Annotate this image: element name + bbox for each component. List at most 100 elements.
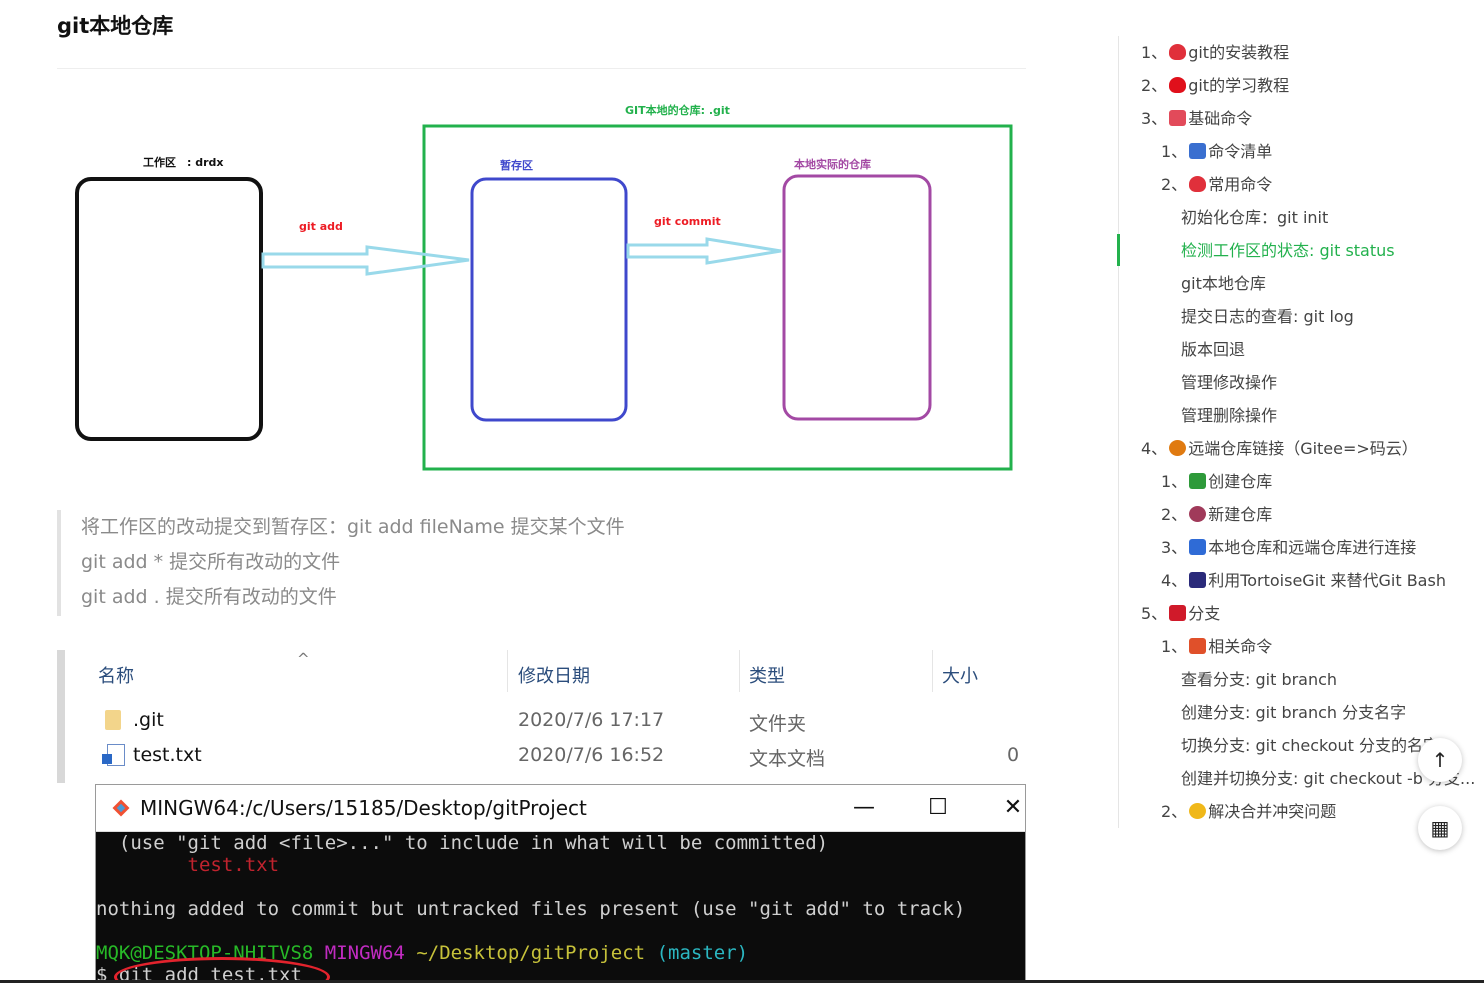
toc-item[interactable]: 2、 git的学习教程 xyxy=(1141,75,1289,97)
toc-item-label: 管理修改操作 xyxy=(1181,373,1278,392)
toc-active-indicator xyxy=(1117,234,1120,266)
column-type: 类型 xyxy=(749,666,785,687)
column-date: 修改日期 xyxy=(518,666,590,687)
file-date: 2020/7/6 17:17 xyxy=(518,709,665,731)
toc-item-label: 命令清单 xyxy=(1208,142,1273,161)
toc-item[interactable]: 1、 相关命令 xyxy=(1161,636,1272,658)
work-area-label: 工作区 : drdx xyxy=(143,156,224,169)
git-commit-arrow xyxy=(626,237,782,265)
toc-item-label: 新建仓库 xyxy=(1208,505,1273,524)
stage-area-box xyxy=(470,177,628,422)
toc-item[interactable]: 5、 分支 xyxy=(1141,603,1220,625)
toc-item[interactable]: 2、 新建仓库 xyxy=(1161,504,1272,526)
toc-item-number: 1、 xyxy=(1161,142,1188,161)
lips-icon xyxy=(1169,605,1187,621)
file-size: 0 xyxy=(1007,744,1020,766)
file-name: .git xyxy=(133,709,164,731)
toc-item-label: 解决合并冲突问题 xyxy=(1208,802,1337,821)
toc-item-number: 4、 xyxy=(1141,439,1168,458)
toc-item-label: git本地仓库 xyxy=(1181,274,1266,293)
table-of-contents: 1、 git的安装教程 2、 git的学习教程 3、 基础命令 1、 命令清单 2、 常用命令 初始… xyxy=(1117,36,1484,828)
toc-item[interactable]: 3、 基础命令 xyxy=(1141,108,1252,130)
toc-item[interactable]: 4、 远端仓库链接（Gitee=>码云） xyxy=(1141,438,1418,460)
toc-item-label: 管理删除操作 xyxy=(1181,406,1278,425)
toc-item-label: 相关命令 xyxy=(1208,637,1273,656)
toc-item-label: 创建仓库 xyxy=(1208,472,1273,491)
file-name: test.txt xyxy=(133,744,202,766)
git-bash-icon xyxy=(112,799,130,817)
toc-item[interactable]: 提交日志的查看: git log xyxy=(1181,306,1354,328)
sort-caret-icon: ^ xyxy=(297,650,310,668)
toc-item[interactable]: 4、 利用TortoiseGit 来替代Git Bash xyxy=(1161,570,1446,592)
terminal-untracked-file: test.txt xyxy=(96,854,280,876)
prompt-path: ~/Desktop/gitProject xyxy=(416,942,646,964)
toc-item[interactable]: 版本回退 xyxy=(1181,339,1245,361)
page-title: git本地仓库 xyxy=(57,14,174,38)
toc-item-label: 本地仓库和远端仓库进行连接 xyxy=(1208,538,1417,557)
local-repo-label: GIT本地的仓库: .git xyxy=(625,104,730,117)
terminal-line: nothing added to commit but untracked fi… xyxy=(96,898,966,920)
toc-item-label: 切换分支: git checkout 分支的名字 xyxy=(1181,736,1440,755)
stage-area-label: 暂存区 xyxy=(500,159,533,172)
folder-icon xyxy=(105,710,121,730)
file-type: 文件夹 xyxy=(749,713,807,735)
terminal-titlebar: MINGW64:/c/Users/15185/Desktop/gitProjec… xyxy=(96,785,1025,832)
qr-code-button[interactable]: ▦ xyxy=(1418,806,1462,850)
toc-item-label: 初始化仓库：git init xyxy=(1181,208,1329,227)
toc-item-number: 5、 xyxy=(1141,604,1168,623)
door-icon xyxy=(1189,539,1207,555)
toc-item[interactable]: 管理修改操作 xyxy=(1181,372,1277,394)
back-to-top-button[interactable]: ↑ xyxy=(1418,738,1462,782)
toc-item-label: 分支 xyxy=(1188,604,1221,623)
toc-item[interactable]: 创建分支: git branch 分支名字 xyxy=(1181,702,1406,724)
toc-item[interactable]: 查看分支: git branch xyxy=(1181,669,1337,691)
toc-item[interactable]: 初始化仓库：git init xyxy=(1181,207,1328,229)
maximize-button: ☐ xyxy=(928,795,948,820)
pumpkin-icon xyxy=(1169,440,1187,456)
toc-item-number: 3、 xyxy=(1141,109,1168,128)
prompt-shell: MINGW64 xyxy=(324,942,405,964)
prompt-branch: (master) xyxy=(656,942,749,964)
toc-item-label: 远端仓库链接（Gitee=>码云） xyxy=(1188,439,1418,458)
column-name: 名称 xyxy=(98,666,134,687)
toc-item-number: 2、 xyxy=(1141,76,1168,95)
toc-item-number: 4、 xyxy=(1161,571,1188,590)
toc-item[interactable]: 1、 命令清单 xyxy=(1161,141,1272,163)
toc-item[interactable]: 1、 git的安装教程 xyxy=(1141,42,1289,64)
work-area-box xyxy=(75,177,263,441)
actual-repo-box xyxy=(782,174,932,421)
toc-item[interactable]: 2、 常用命令 xyxy=(1161,174,1272,196)
diagram-canvas xyxy=(75,124,1013,471)
toc-item[interactable]: 管理删除操作 xyxy=(1181,405,1277,427)
toc-item-number: 2、 xyxy=(1161,802,1188,821)
toc-item-number: 1、 xyxy=(1161,472,1188,491)
column-divider xyxy=(739,650,740,692)
toc-item[interactable]: git本地仓库 xyxy=(1181,273,1266,295)
toc-item-number: 2、 xyxy=(1161,175,1188,194)
text-file-icon xyxy=(102,744,125,766)
column-divider xyxy=(932,650,933,692)
close-button: ✕ xyxy=(1003,795,1023,820)
toc-item-label: 常用命令 xyxy=(1208,175,1273,194)
toc-item-number: 1、 xyxy=(1161,637,1188,656)
git-add-arrow xyxy=(261,245,470,276)
envelope-icon xyxy=(1189,143,1207,159)
car-icon xyxy=(1189,572,1207,588)
quote-line: git add * 提交所有改动的文件 xyxy=(81,551,341,573)
toc-item-label: 基础命令 xyxy=(1188,109,1253,128)
toc-item[interactable]: 切换分支: git checkout 分支的名字 xyxy=(1181,735,1439,757)
toc-item[interactable]: 检测工作区的状态: git status xyxy=(1181,240,1395,262)
terminal-line: (use "git add <file>..." to include in w… xyxy=(96,832,829,854)
file-explorer-screenshot: ^ 名称 修改日期 类型 大小 .git 2020/7/6 17:17 文件夹 … xyxy=(57,650,1026,783)
toc-item[interactable]: 3、 本地仓库和远端仓库进行连接 xyxy=(1161,537,1416,559)
heart-icon xyxy=(1169,44,1187,60)
toc-item-label: 利用TortoiseGit 来替代Git Bash xyxy=(1208,571,1446,590)
toc-item-number: 2、 xyxy=(1161,505,1188,524)
toc-item-label: 创建分支: git branch 分支名字 xyxy=(1181,703,1407,722)
love-letter-icon xyxy=(1169,110,1187,126)
toc-item[interactable]: 1、 创建仓库 xyxy=(1161,471,1272,493)
toc-item-label: 提交日志的查看: git log xyxy=(1181,307,1354,326)
column-size: 大小 xyxy=(942,666,978,687)
toc-item-number: 1、 xyxy=(1141,43,1168,62)
toc-item[interactable]: 2、 解决合并冲突问题 xyxy=(1161,801,1336,823)
